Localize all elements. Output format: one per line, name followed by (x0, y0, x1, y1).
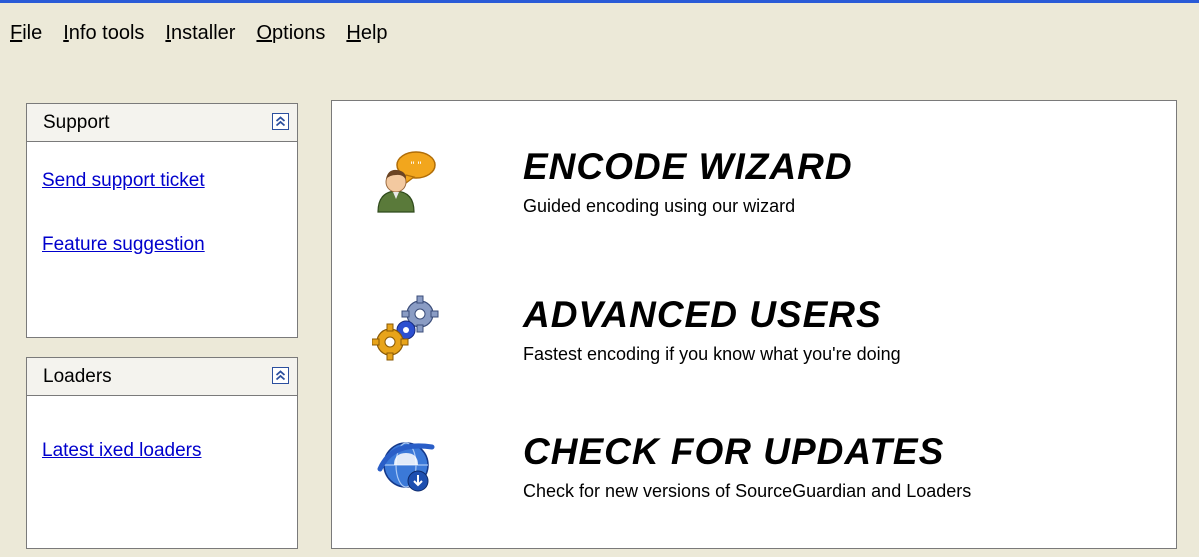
menu-file[interactable]: File (10, 22, 42, 45)
latest-ixed-loaders-link[interactable]: Latest ixed loaders (42, 440, 202, 462)
advanced-users-title: ADVANCED USERS (523, 294, 882, 335)
encode-wizard-subtitle: Guided encoding using our wizard (523, 196, 796, 216)
encode-wizard-title: ENCODE WIZARD (523, 146, 853, 187)
menu-info-tools[interactable]: Info tools (63, 22, 144, 45)
wizard-person-speech-icon: " " (377, 151, 436, 213)
check-for-updates-subtitle: Check for new versions of SourceGuardian… (523, 481, 972, 501)
menu-file-label: ile (22, 21, 43, 44)
menu-options[interactable]: Options (256, 22, 325, 45)
menubar: File Info tools Installer Options Help (10, 20, 409, 46)
menu-help[interactable]: Help (346, 22, 387, 45)
send-support-ticket-link[interactable]: Send support ticket (42, 170, 205, 192)
loaders-collapse-button[interactable] (272, 367, 289, 384)
menu-help-accelerator: H (346, 21, 361, 44)
menu-installer-label: nstaller (170, 21, 236, 44)
support-panel: Support Send support ticket Feature sugg… (26, 103, 298, 338)
menu-file-accelerator: F (10, 21, 23, 44)
advanced-users-subtitle: Fastest encoding if you know what you're… (523, 344, 901, 364)
advanced-users-action[interactable]: ADVANCED USERS Fastest encoding if you k… (372, 294, 1162, 394)
menu-installer[interactable]: Installer (165, 22, 235, 45)
loaders-panel-title: Loaders (43, 366, 112, 387)
menu-options-label: ptions (272, 21, 326, 44)
menu-help-label: elp (360, 21, 388, 44)
menu-options-accelerator: O (256, 21, 273, 44)
window-top-border (0, 0, 1199, 3)
check-for-updates-title: CHECK FOR UPDATES (523, 431, 945, 472)
loaders-panel: Loaders Latest ixed loaders (26, 357, 298, 549)
encode-wizard-action[interactable]: " " ENCODE WIZARD Guided encoding using … (372, 146, 1162, 246)
support-panel-header[interactable]: Support (27, 104, 297, 142)
main-panel: " " ENCODE WIZARD Guided encoding using … (331, 100, 1177, 549)
check-for-updates-action[interactable]: CHECK FOR UPDATES Check for new versions… (372, 431, 1162, 531)
gears-icon (372, 295, 439, 361)
globe-update-icon (377, 442, 435, 492)
svg-text:" ": " " (411, 160, 422, 172)
support-panel-title: Support (43, 112, 110, 133)
double-chevron-up-icon (275, 370, 286, 381)
feature-suggestion-link[interactable]: Feature suggestion (42, 234, 205, 256)
double-chevron-up-icon (275, 116, 286, 127)
menu-info-tools-label: nfo tools (68, 21, 145, 44)
loaders-panel-header[interactable]: Loaders (27, 358, 297, 396)
support-collapse-button[interactable] (272, 113, 289, 130)
